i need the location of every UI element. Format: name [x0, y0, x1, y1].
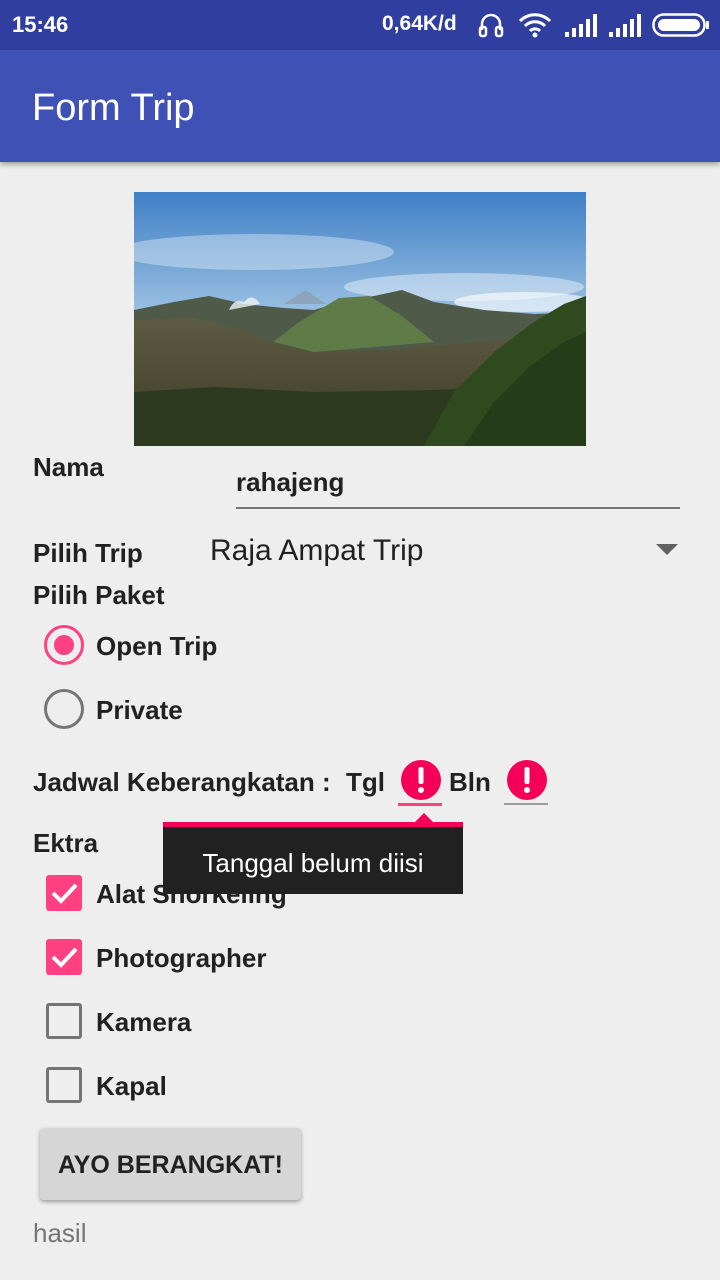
page-title: Form Trip — [32, 87, 195, 129]
error-tooltip: Tanggal belum diisi — [163, 813, 463, 894]
pilih-trip-label: Pilih Trip — [33, 538, 143, 568]
status-bar: 15:46 0,64K/d — [0, 0, 720, 50]
trip-spinner-value: Raja Ampat Trip — [210, 534, 424, 567]
checkbox-label-kapal[interactable]: Kapal — [96, 1071, 167, 1102]
nama-label: Nama — [33, 452, 104, 482]
pilih-paket-label: Pilih Paket — [33, 580, 165, 610]
radio-checked-icon[interactable] — [44, 625, 84, 665]
signal-icon-1 — [565, 14, 597, 37]
ayo-berangkat-button[interactable]: AYO BERANGKAT! — [40, 1128, 301, 1200]
checkbox-label-photographer[interactable]: Photographer — [96, 943, 266, 974]
checkbox-label-kamera[interactable]: Kamera — [96, 1007, 191, 1038]
bln-input[interactable] — [504, 803, 548, 805]
checkbox-unchecked-icon[interactable] — [46, 1067, 82, 1103]
checkbox-checked-icon[interactable] — [46, 939, 82, 975]
ekstra-label: Ektra — [33, 828, 99, 858]
trip-spinner[interactable]: Raja Ampat Trip — [210, 530, 684, 576]
app-bar: Form Trip — [0, 50, 720, 162]
tgl-label: Tgl — [346, 767, 385, 797]
status-time: 15:46 — [12, 12, 69, 37]
tooltip-text: Tanggal belum diisi — [202, 848, 424, 878]
tooltip-accent-bar — [163, 822, 463, 827]
signal-icon-2 — [609, 14, 641, 37]
wifi-icon — [518, 13, 552, 38]
dropdown-arrow-icon — [656, 544, 678, 555]
result-text: hasil — [33, 1218, 87, 1248]
radio-label-open-trip[interactable]: Open Trip — [96, 631, 217, 662]
checkbox-unchecked-icon[interactable] — [46, 1003, 82, 1039]
checkbox-checked-icon[interactable] — [46, 875, 82, 911]
radio-unchecked-icon[interactable] — [44, 689, 84, 729]
nama-input[interactable]: rahajeng — [236, 467, 680, 509]
error-icon-tgl[interactable] — [400, 759, 442, 801]
bln-label: Bln — [449, 767, 491, 797]
nama-input-value: rahajeng — [236, 467, 345, 497]
jadwal-label: Jadwal Keberangkatan : — [33, 767, 331, 797]
battery-icon — [652, 13, 709, 37]
tgl-input[interactable] — [398, 803, 442, 806]
radio-label-private[interactable]: Private — [96, 695, 183, 726]
network-speed: 0,64K/d — [382, 12, 457, 35]
trip-photo — [134, 192, 586, 446]
headset-icon — [478, 13, 504, 38]
error-icon-bln[interactable] — [506, 759, 548, 801]
